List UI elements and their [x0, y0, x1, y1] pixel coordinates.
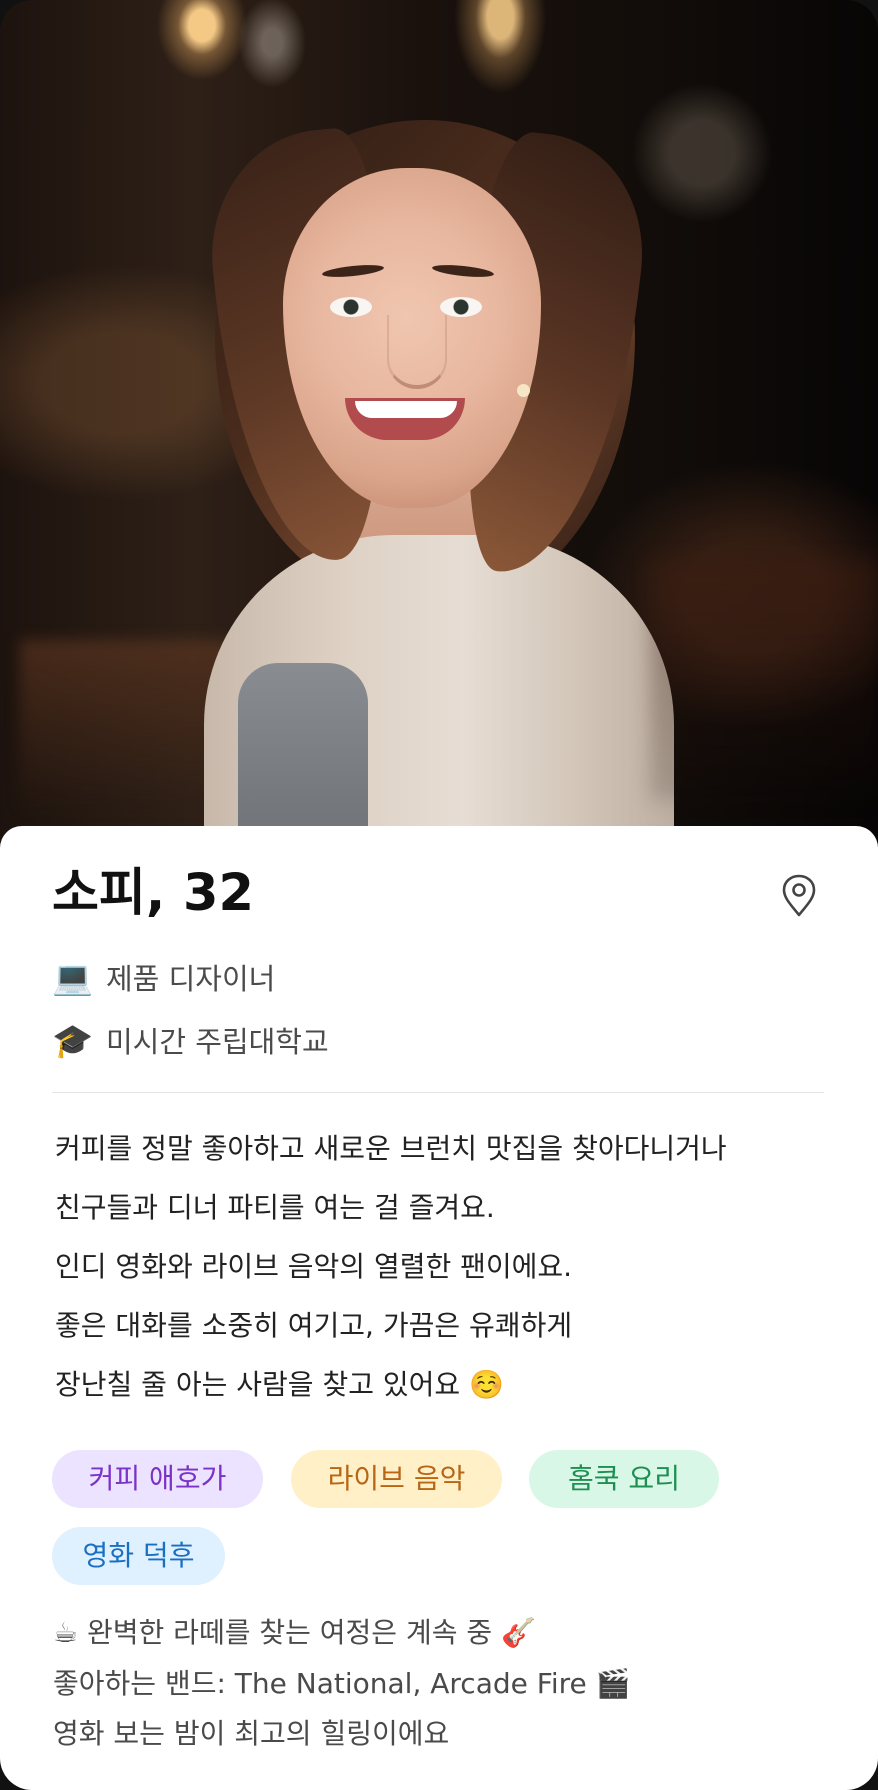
- bio-line: 친구들과 디너 파티를 여는 걸 즐겨요.: [55, 1191, 495, 1224]
- nose-shape: [387, 315, 447, 389]
- earring: [517, 384, 530, 397]
- laptop-icon: 💻: [52, 957, 94, 997]
- bio-line: 좋은 대화를 소중히 여기고, 가끔은 유쾌하게: [55, 1309, 573, 1342]
- teeth-shape: [355, 401, 457, 418]
- school-row: 🎓 미시간 주립대학교: [52, 1019, 492, 1061]
- interest-tag-live-music[interactable]: 라이브 음악: [291, 1450, 502, 1508]
- profile-card: 소피, 32 💻 제품 디자이너 🎓 미시간 주립대학교 커피를 정말 좋아하고…: [0, 0, 878, 1790]
- profile-header: 소피, 32: [52, 860, 826, 928]
- graduation-cap-icon: 🎓: [52, 1020, 94, 1060]
- profile-note: 영화 보는 밤이 최고의 힐링이에요: [53, 1717, 450, 1750]
- job-title: 제품 디자이너: [106, 962, 276, 996]
- profile-note: 좋아하는 밴드: The National, Arcade Fire 🎬: [53, 1667, 631, 1700]
- profile-note: ☕ 완벽한 라떼를 찾는 여정은 계속 중 🎸: [53, 1616, 536, 1649]
- undershirt-shape: [238, 663, 368, 843]
- bio-line: 커피를 정말 좋아하고 새로운 브런치 맛집을 찾아다니거나: [55, 1132, 727, 1165]
- profile-photo: [0, 0, 878, 865]
- interest-tag-home-cooking[interactable]: 홈쿡 요리: [529, 1450, 719, 1508]
- eye-right: [440, 297, 482, 317]
- profile-name-age: 소피, 32: [52, 864, 254, 923]
- interest-tag-movies[interactable]: 영화 덕후: [52, 1527, 225, 1585]
- bio-line: 장난칠 줄 아는 사람을 찾고 있어요 ☺️: [55, 1368, 504, 1401]
- section-divider: [52, 1092, 824, 1093]
- bio-line: 인디 영화와 라이브 음악의 열렬한 팬이에요.: [55, 1250, 573, 1283]
- location-pin-icon[interactable]: [780, 874, 818, 918]
- school-name: 미시간 주립대학교: [106, 1025, 329, 1059]
- job-row: 💻 제품 디자이너: [52, 956, 492, 998]
- interest-tag-coffee[interactable]: 커피 애호가: [52, 1450, 263, 1508]
- eye-left: [330, 297, 372, 317]
